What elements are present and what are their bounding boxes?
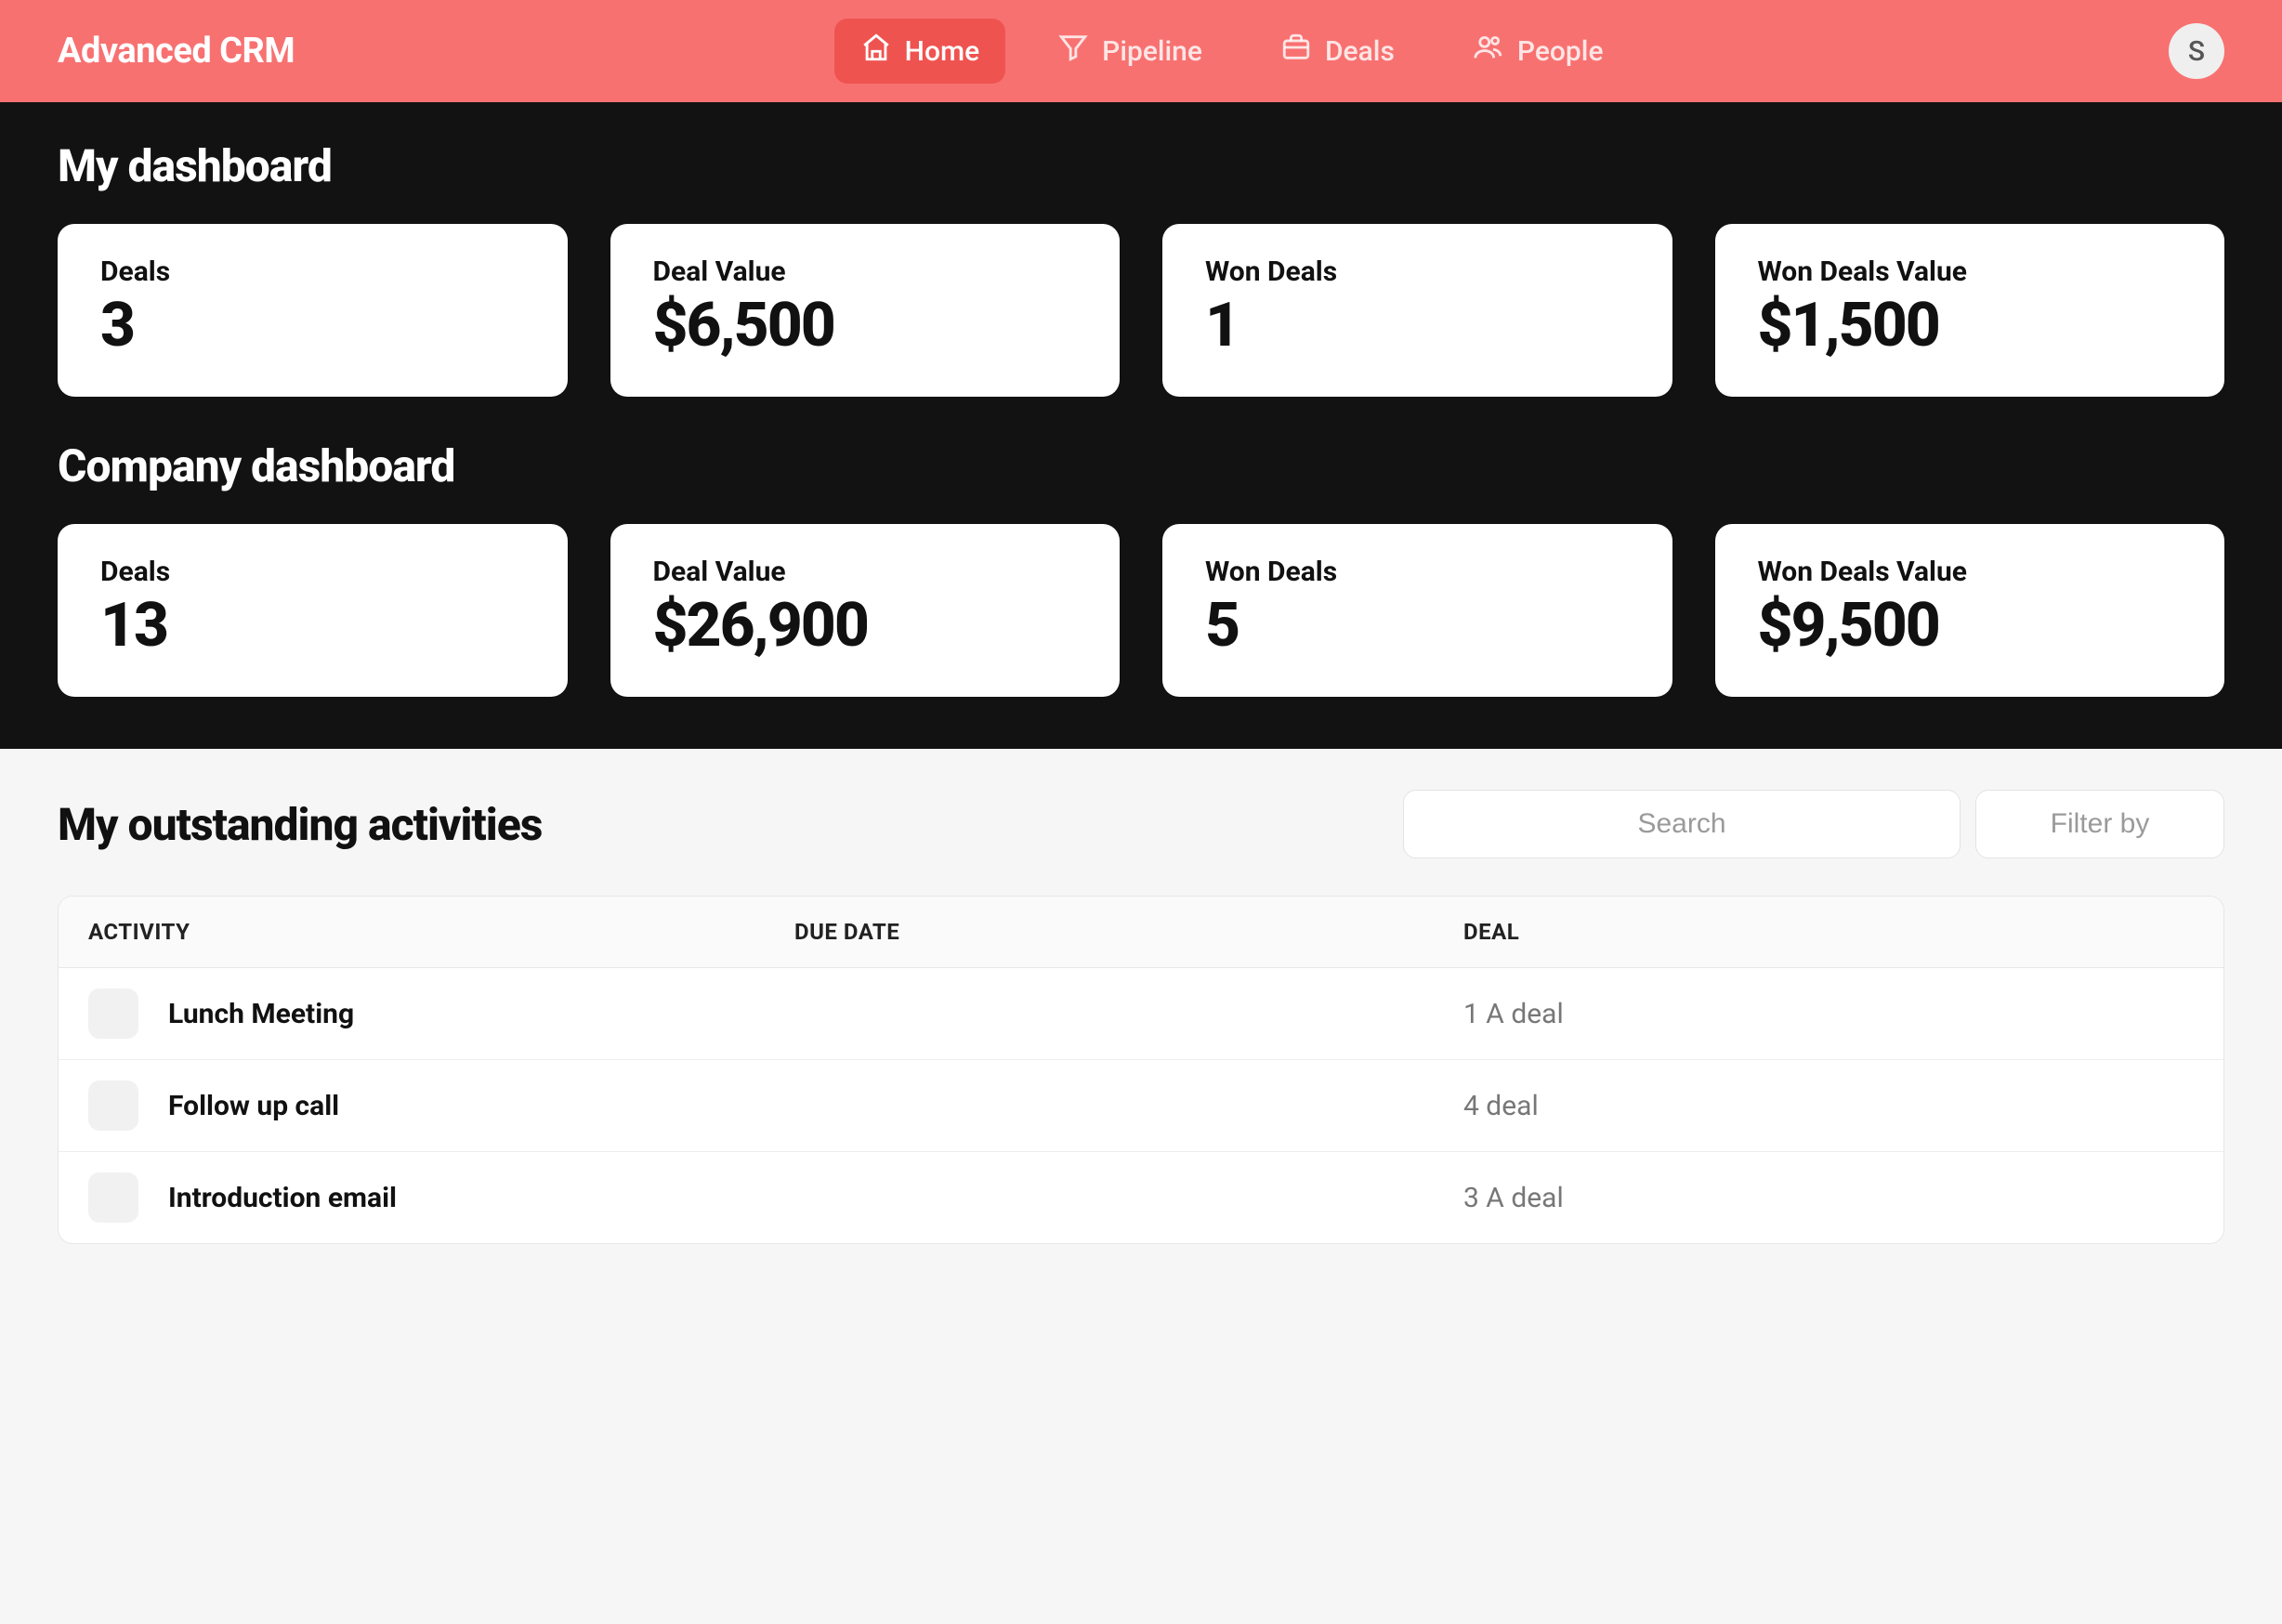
card-value: $6,500 xyxy=(653,290,1078,361)
card-label: Won Deals xyxy=(1205,556,1630,588)
card-label: Deal Value xyxy=(653,556,1078,588)
nav-item-deals[interactable]: Deals xyxy=(1254,19,1421,84)
card-label: Deal Value xyxy=(653,255,1078,288)
activities-header: My outstanding activities Filter by xyxy=(58,790,2224,858)
card-my-deal-value: Deal Value $6,500 xyxy=(610,224,1121,397)
nav-item-home[interactable]: Home xyxy=(834,19,1006,84)
table-row[interactable]: Follow up call 4 deal xyxy=(59,1060,2223,1152)
top-nav: Advanced CRM Home Pipeline Deals People xyxy=(0,0,2282,102)
filter-button[interactable]: Filter by xyxy=(1975,790,2224,858)
card-label: Deals xyxy=(100,255,525,288)
col-deal: DEAL xyxy=(1463,919,2194,945)
nav-center: Home Pipeline Deals People xyxy=(332,19,2131,84)
nav-label: Deals xyxy=(1325,35,1395,68)
activities-title: My outstanding activities xyxy=(58,798,1388,851)
card-company-won-deals: Won Deals 5 xyxy=(1162,524,1672,697)
activity-name: Follow up call xyxy=(168,1090,339,1122)
briefcase-icon xyxy=(1280,32,1312,71)
activities-table: ACTIVITY DUE DATE DEAL Lunch Meeting 1 A… xyxy=(58,896,2224,1244)
nav-label: People xyxy=(1517,35,1604,68)
card-label: Won Deals Value xyxy=(1758,255,2183,288)
card-value: $9,500 xyxy=(1758,590,2183,661)
brand-title: Advanced CRM xyxy=(58,31,295,72)
nav-label: Pipeline xyxy=(1102,35,1202,68)
company-dashboard-title: Company dashboard xyxy=(58,439,2224,492)
card-company-won-value: Won Deals Value $9,500 xyxy=(1715,524,2225,697)
activity-checkbox[interactable] xyxy=(88,1172,138,1223)
col-activity: ACTIVITY xyxy=(88,919,794,945)
nav-item-people[interactable]: People xyxy=(1447,19,1630,84)
my-dashboard-title: My dashboard xyxy=(58,139,2224,192)
activity-checkbox[interactable] xyxy=(88,1080,138,1131)
card-label: Won Deals xyxy=(1205,255,1630,288)
card-value: 5 xyxy=(1205,590,1630,661)
search-input[interactable] xyxy=(1403,790,1961,858)
card-company-deal-value: Deal Value $26,900 xyxy=(610,524,1121,697)
activity-name: Lunch Meeting xyxy=(168,998,354,1030)
funnel-icon xyxy=(1057,32,1089,71)
user-avatar[interactable]: S xyxy=(2169,23,2224,79)
activity-checkbox[interactable] xyxy=(88,989,138,1039)
my-dashboard-cards: Deals 3 Deal Value $6,500 Won Deals 1 Wo… xyxy=(58,224,2224,397)
nav-label: Home xyxy=(905,35,980,68)
col-due-date: DUE DATE xyxy=(794,919,1463,945)
card-label: Won Deals Value xyxy=(1758,556,2183,588)
avatar-initial: S xyxy=(2188,35,2205,68)
card-my-deals: Deals 3 xyxy=(58,224,568,397)
people-icon xyxy=(1473,32,1504,71)
table-header: ACTIVITY DUE DATE DEAL xyxy=(59,897,2223,968)
home-icon xyxy=(860,32,892,71)
deal-cell: 1 A deal xyxy=(1463,998,2194,1030)
company-dashboard-cards: Deals 13 Deal Value $26,900 Won Deals 5 … xyxy=(58,524,2224,697)
deal-cell: 3 A deal xyxy=(1463,1182,2194,1214)
card-value: $1,500 xyxy=(1758,290,2183,361)
activities-section: My outstanding activities Filter by ACTI… xyxy=(0,749,2282,1285)
card-label: Deals xyxy=(100,556,525,588)
card-value: 13 xyxy=(100,590,525,661)
card-value: 1 xyxy=(1205,290,1630,361)
card-my-won-value: Won Deals Value $1,500 xyxy=(1715,224,2225,397)
card-value: 3 xyxy=(100,290,525,361)
nav-item-pipeline[interactable]: Pipeline xyxy=(1031,19,1228,84)
activity-name: Introduction email xyxy=(168,1182,397,1214)
table-row[interactable]: Lunch Meeting 1 A deal xyxy=(59,968,2223,1060)
card-my-won-deals: Won Deals 1 xyxy=(1162,224,1672,397)
table-row[interactable]: Introduction email 3 A deal xyxy=(59,1152,2223,1243)
card-company-deals: Deals 13 xyxy=(58,524,568,697)
dashboard-section: My dashboard Deals 3 Deal Value $6,500 W… xyxy=(0,102,2282,749)
card-value: $26,900 xyxy=(653,590,1078,661)
deal-cell: 4 deal xyxy=(1463,1090,2194,1122)
